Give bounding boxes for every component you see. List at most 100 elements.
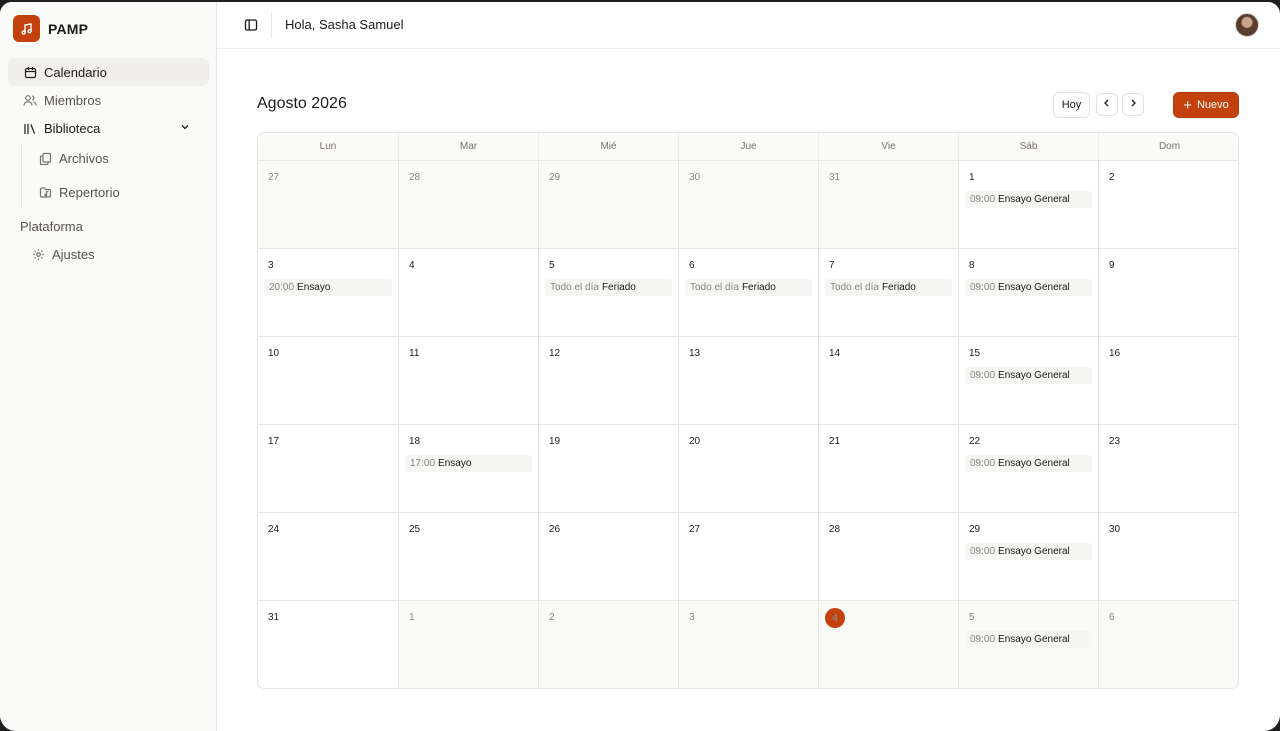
event-time: Todo el día xyxy=(830,282,879,293)
event-time: 09:00 xyxy=(970,370,996,381)
calendar-day-cell[interactable]: 28 xyxy=(819,513,959,601)
calendar-day-cell[interactable]: 5 09:00 Ensayo General xyxy=(959,601,1099,688)
day-number: 28 xyxy=(409,172,421,183)
sidebar-item-repertorio[interactable]: Repertorio xyxy=(24,178,209,206)
day-number: 28 xyxy=(829,524,841,535)
calendar-day-cell[interactable]: 3 20:00 Ensayo xyxy=(258,249,399,337)
calendar-day-cell[interactable]: 10 xyxy=(258,337,399,425)
calendar-event[interactable]: 17:00 Ensayo xyxy=(405,455,532,472)
sidebar-item-miembros[interactable]: Miembros xyxy=(8,86,209,114)
calendar-day-cell[interactable]: 27 xyxy=(679,513,819,601)
calendar-day-cell[interactable]: 3 xyxy=(679,601,819,688)
event-title: Ensayo General xyxy=(998,634,1070,645)
calendar-day-cell[interactable]: 17 xyxy=(258,425,399,513)
previous-month-button[interactable] xyxy=(1096,93,1118,116)
calendar-day-cell[interactable]: 26 xyxy=(539,513,679,601)
calendar-event[interactable]: Todo el día Feriado xyxy=(545,279,672,296)
calendar-day-cell[interactable]: 7 Todo el día Feriado xyxy=(819,249,959,337)
calendar-day-cell[interactable]: 25 xyxy=(399,513,539,601)
brand-name: PAMP xyxy=(48,20,89,37)
calendar-day-cell[interactable]: 18 17:00 Ensayo xyxy=(399,425,539,513)
calendar-day-cell[interactable]: 13 xyxy=(679,337,819,425)
calendar-event[interactable]: 20:00 Ensayo xyxy=(264,279,392,296)
calendar-event[interactable]: 09:00 Ensayo General xyxy=(965,543,1092,560)
day-number: 18 xyxy=(409,436,421,447)
day-number: 21 xyxy=(829,436,841,447)
sidebar-item-biblioteca[interactable]: Biblioteca xyxy=(8,114,209,142)
event-title: Ensayo xyxy=(297,282,331,293)
brand[interactable]: PAMP xyxy=(13,15,88,42)
sidebar-item-calendario[interactable]: Calendario xyxy=(8,58,209,86)
sidebar-item-label: Ajustes xyxy=(52,246,95,262)
calendar-event[interactable]: 09:00 Ensayo General xyxy=(965,455,1092,472)
month-calendar: Lun Mar Mié Jue Vie Sáb Dom 27 28 29 30 31 1 09:00 En… xyxy=(257,132,1239,689)
calendar-day-cell[interactable]: 8 09:00 Ensayo General xyxy=(959,249,1099,337)
event-time: Todo el día xyxy=(550,282,599,293)
calendar-day-cell[interactable]: 12 xyxy=(539,337,679,425)
sidebar-toggle-icon[interactable] xyxy=(242,16,260,34)
next-month-button[interactable] xyxy=(1122,93,1144,116)
day-number: 11 xyxy=(409,348,420,359)
calendar-day-cell[interactable]: 14 xyxy=(819,337,959,425)
new-event-button[interactable]: + Nuevo xyxy=(1173,92,1239,118)
sidebar-item-archivos[interactable]: Archivos xyxy=(24,144,209,172)
calendar-day-cell[interactable]: 1 09:00 Ensayo General xyxy=(959,161,1099,249)
calendar-day-cell[interactable]: 11 xyxy=(399,337,539,425)
day-number: 25 xyxy=(409,524,421,535)
music-note-icon xyxy=(13,15,40,42)
calendar-event[interactable]: Todo el día Feriado xyxy=(685,279,812,296)
calendar-event[interactable]: Todo el día Feriado xyxy=(825,279,952,296)
sidebar-item-ajustes[interactable]: Ajustes xyxy=(16,240,209,268)
calendar-day-cell[interactable]: 23 xyxy=(1099,425,1238,513)
day-number: 7 xyxy=(829,260,835,271)
avatar[interactable] xyxy=(1235,13,1259,37)
calendar-event[interactable]: 09:00 Ensayo General xyxy=(965,631,1092,648)
day-number: 6 xyxy=(1109,612,1115,623)
event-time: 20:00 xyxy=(269,282,295,293)
calendar-day-cell[interactable]: 2 xyxy=(1099,161,1238,249)
calendar-day-cell[interactable]: 4 xyxy=(819,601,959,688)
sidebar-item-label: Calendario xyxy=(44,64,107,80)
today-button[interactable]: Hoy xyxy=(1053,92,1090,118)
calendar-day-cell[interactable]: 22 09:00 Ensayo General xyxy=(959,425,1099,513)
calendar-day-cell[interactable]: 16 xyxy=(1099,337,1238,425)
calendar-day-cell[interactable]: 21 xyxy=(819,425,959,513)
day-number: 3 xyxy=(268,260,274,271)
calendar-day-cell[interactable]: 15 09:00 Ensayo General xyxy=(959,337,1099,425)
calendar-event[interactable]: 09:00 Ensayo General xyxy=(965,367,1092,384)
submenu-guide xyxy=(21,143,22,209)
day-number: 1 xyxy=(969,172,975,183)
calendar-day-cell[interactable]: 24 xyxy=(258,513,399,601)
day-number: 1 xyxy=(409,612,415,623)
calendar-day-cell[interactable]: 27 xyxy=(258,161,399,249)
calendar-day-cell[interactable]: 30 xyxy=(1099,513,1238,601)
day-number: 16 xyxy=(1109,348,1121,359)
main-content: Hola, Sasha Samuel Agosto 2026 Hoy + Nue… xyxy=(217,2,1280,731)
day-number: 15 xyxy=(969,348,981,359)
calendar-day-cell[interactable]: 6 Todo el día Feriado xyxy=(679,249,819,337)
calendar-day-cell[interactable]: 20 xyxy=(679,425,819,513)
calendar-day-cell[interactable]: 30 xyxy=(679,161,819,249)
calendar-event[interactable]: 09:00 Ensayo General xyxy=(965,279,1092,296)
calendar-day-cell[interactable]: 1 xyxy=(399,601,539,688)
calendar-day-cell[interactable]: 4 xyxy=(399,249,539,337)
chevron-left-icon xyxy=(1102,98,1112,111)
calendar-day-cell[interactable]: 28 xyxy=(399,161,539,249)
files-icon xyxy=(38,151,52,165)
calendar-event[interactable]: 09:00 Ensayo General xyxy=(965,191,1092,208)
calendar-day-cell[interactable]: 2 xyxy=(539,601,679,688)
event-time: 09:00 xyxy=(970,282,996,293)
calendar-day-cell[interactable]: 19 xyxy=(539,425,679,513)
weekday-header: Lun Mar Mié Jue Vie Sáb Dom xyxy=(258,133,1238,161)
calendar-day-cell[interactable]: 29 xyxy=(539,161,679,249)
calendar-day-cell[interactable]: 5 Todo el día Feriado xyxy=(539,249,679,337)
calendar-day-cell[interactable]: 6 xyxy=(1099,601,1238,688)
calendar-day-cell[interactable]: 31 xyxy=(258,601,399,688)
day-number: 3 xyxy=(689,612,695,623)
day-number: 5 xyxy=(969,612,975,623)
calendar-day-cell[interactable]: 29 09:00 Ensayo General xyxy=(959,513,1099,601)
calendar-day-cell[interactable]: 31 xyxy=(819,161,959,249)
topbar: Hola, Sasha Samuel xyxy=(217,2,1280,49)
calendar-day-cell[interactable]: 9 xyxy=(1099,249,1238,337)
folder-music-icon xyxy=(38,185,52,199)
